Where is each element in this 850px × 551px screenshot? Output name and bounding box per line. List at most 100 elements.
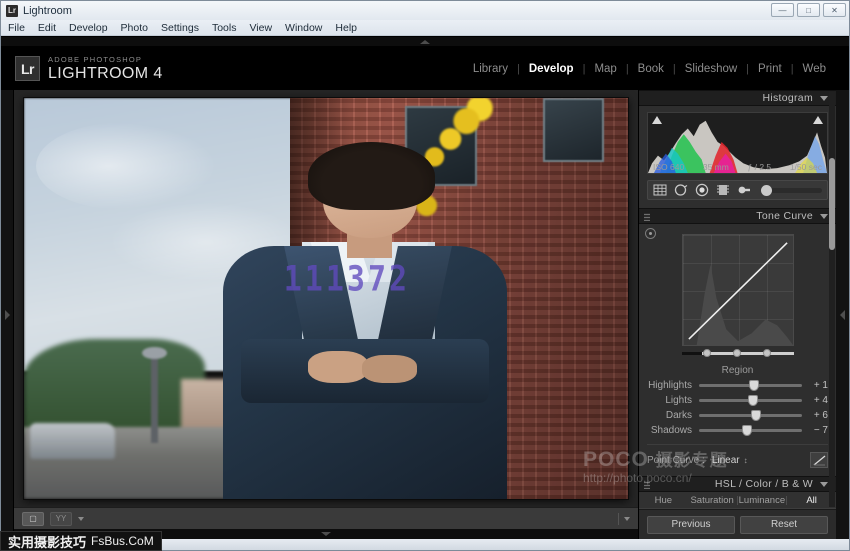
module-print[interactable]: Print <box>749 63 791 75</box>
point-curve-value[interactable]: Linear <box>712 455 740 466</box>
hsl-panel-header[interactable]: HSL / Color / B & W <box>639 476 836 492</box>
chevron-down-icon[interactable] <box>820 214 828 219</box>
histogram-graph[interactable]: ISO 640 35 mm ƒ / 2.5 1/50 sec <box>647 112 828 174</box>
slider-thumb[interactable] <box>751 410 761 421</box>
identity-line-2: LIGHTROOM 4 <box>48 65 163 82</box>
hsl-tab-luminance[interactable]: Luminance <box>738 495 787 506</box>
chevron-up-icon <box>420 40 430 44</box>
point-curve-chevron-icon[interactable]: ↕ <box>744 456 748 465</box>
slider-row-darks[interactable]: Darks + 6 <box>647 409 828 421</box>
left-panel-toggle[interactable] <box>1 90 14 539</box>
right-panel: Histogram <box>638 90 836 539</box>
hsl-tab-saturation[interactable]: Saturation <box>688 495 737 506</box>
chevron-down-icon[interactable] <box>78 517 84 521</box>
module-map[interactable]: Map <box>585 63 625 75</box>
hsl-title: HSL / Color / B & W <box>715 478 813 490</box>
reset-button[interactable]: Reset <box>740 516 828 534</box>
graduated-filter-icon[interactable] <box>716 183 730 197</box>
title-bar: Lr Lightroom — □ ✕ <box>1 1 849 20</box>
top-panel-toggle[interactable] <box>1 37 849 47</box>
shadow-clipping-indicator[interactable] <box>652 116 662 124</box>
histogram-exif: ISO 640 35 mm ƒ / 2.5 1/50 sec <box>648 162 827 172</box>
close-button[interactable]: ✕ <box>823 3 846 17</box>
tone-curve-graph[interactable] <box>682 234 794 346</box>
photo-stage[interactable]: 111372 <box>14 90 638 507</box>
slider-row-highlights[interactable]: Highlights + 1 <box>647 379 828 391</box>
fsbus-cn-text: 实用摄影技巧 <box>8 532 86 551</box>
loupe-view-button[interactable]: ▢ <box>22 512 44 526</box>
module-develop[interactable]: Develop <box>520 63 583 75</box>
curve-edit-icon <box>813 455 826 466</box>
module-book[interactable]: Book <box>629 63 673 75</box>
menu-view[interactable]: View <box>249 22 272 34</box>
maximize-button[interactable]: □ <box>797 3 820 17</box>
slider-row-lights[interactable]: Lights + 4 <box>647 394 828 406</box>
identity-bar: Lr ADOBE PHOTOSHOP LIGHTROOM 4 Library |… <box>1 47 849 90</box>
slider-track[interactable] <box>699 414 802 417</box>
brush-size-slider[interactable] <box>761 188 822 193</box>
exif-focal-length: 35 mm <box>703 162 729 172</box>
slider-label: Lights <box>647 395 699 406</box>
right-panel-footer: Previous Reset <box>639 509 836 539</box>
photo-lamppost-head <box>142 347 166 359</box>
menu-develop[interactable]: Develop <box>69 22 108 34</box>
crop-overlay-icon[interactable] <box>653 183 667 197</box>
chevron-down-icon <box>321 532 331 536</box>
highlight-clipping-indicator[interactable] <box>813 116 823 124</box>
lightroom-app: Lr ADOBE PHOTOSHOP LIGHTROOM 4 Library |… <box>1 36 849 539</box>
menu-window[interactable]: Window <box>285 22 322 34</box>
hsl-tab-hue[interactable]: Hue <box>639 495 688 506</box>
exif-aperture: ƒ / 2.5 <box>748 162 772 172</box>
module-web[interactable]: Web <box>794 63 835 75</box>
minimize-button[interactable]: — <box>771 3 794 17</box>
fsbus-en-text: FsBus.CoM <box>91 534 154 548</box>
red-eye-icon[interactable] <box>695 183 709 197</box>
module-slideshow[interactable]: Slideshow <box>676 63 746 75</box>
module-picker: Library | Develop | Map | Book | Slidesh… <box>464 63 835 75</box>
right-panel-toggle[interactable] <box>836 90 849 539</box>
spot-removal-icon[interactable] <box>674 183 688 197</box>
toolbar-options-chevron-icon[interactable] <box>624 517 630 521</box>
chevron-down-icon[interactable] <box>820 96 828 101</box>
photo-image[interactable]: 111372 <box>24 98 628 499</box>
slider-row-shadows[interactable]: Shadows − 7 <box>647 424 828 436</box>
chevron-down-icon[interactable] <box>820 482 828 487</box>
slider-value: + 6 <box>802 410 828 421</box>
window-controls: — □ ✕ <box>771 3 846 17</box>
slider-thumb[interactable] <box>748 395 758 406</box>
scrollbar-thumb[interactable] <box>829 158 835 249</box>
photo-lamppost <box>151 355 158 443</box>
menu-help[interactable]: Help <box>335 22 357 34</box>
app-icon: Lr <box>6 5 18 17</box>
brush-size-knob[interactable] <box>761 185 772 196</box>
menu-file[interactable]: File <box>8 22 25 34</box>
tone-curve-region-splitters[interactable] <box>682 349 794 358</box>
midtone-splitter-handle[interactable] <box>733 349 741 357</box>
menu-tools[interactable]: Tools <box>212 22 237 34</box>
photo-subject-hand <box>362 355 416 383</box>
histogram-panel-header[interactable]: Histogram <box>639 90 836 106</box>
menu-settings[interactable]: Settings <box>161 22 199 34</box>
highlight-splitter-handle[interactable] <box>763 349 771 357</box>
module-library[interactable]: Library <box>464 63 517 75</box>
panel-switch-icon[interactable] <box>644 213 650 221</box>
slider-track[interactable] <box>699 429 802 432</box>
slider-thumb[interactable] <box>742 425 752 436</box>
target-adjustment-tool-icon[interactable] <box>645 228 656 239</box>
menu-photo[interactable]: Photo <box>121 22 148 34</box>
shadow-splitter-handle[interactable] <box>703 349 711 357</box>
tone-curve-panel-header[interactable]: Tone Curve <box>639 208 836 224</box>
slider-track[interactable] <box>699 399 802 402</box>
right-panel-scrollbar[interactable] <box>829 92 835 507</box>
slider-track[interactable] <box>699 384 802 387</box>
photo-clouds <box>36 122 217 210</box>
identity-plate[interactable]: Lr ADOBE PHOTOSHOP LIGHTROOM 4 <box>15 55 163 82</box>
previous-button[interactable]: Previous <box>647 516 735 534</box>
panel-switch-icon[interactable] <box>644 481 650 489</box>
develop-tool-strip <box>647 180 828 200</box>
adjustment-brush-icon[interactable] <box>737 183 751 197</box>
edit-point-curve-button[interactable] <box>810 452 828 468</box>
slider-thumb[interactable] <box>749 380 759 391</box>
menu-edit[interactable]: Edit <box>38 22 56 34</box>
compare-view-button[interactable]: YY <box>50 512 72 526</box>
